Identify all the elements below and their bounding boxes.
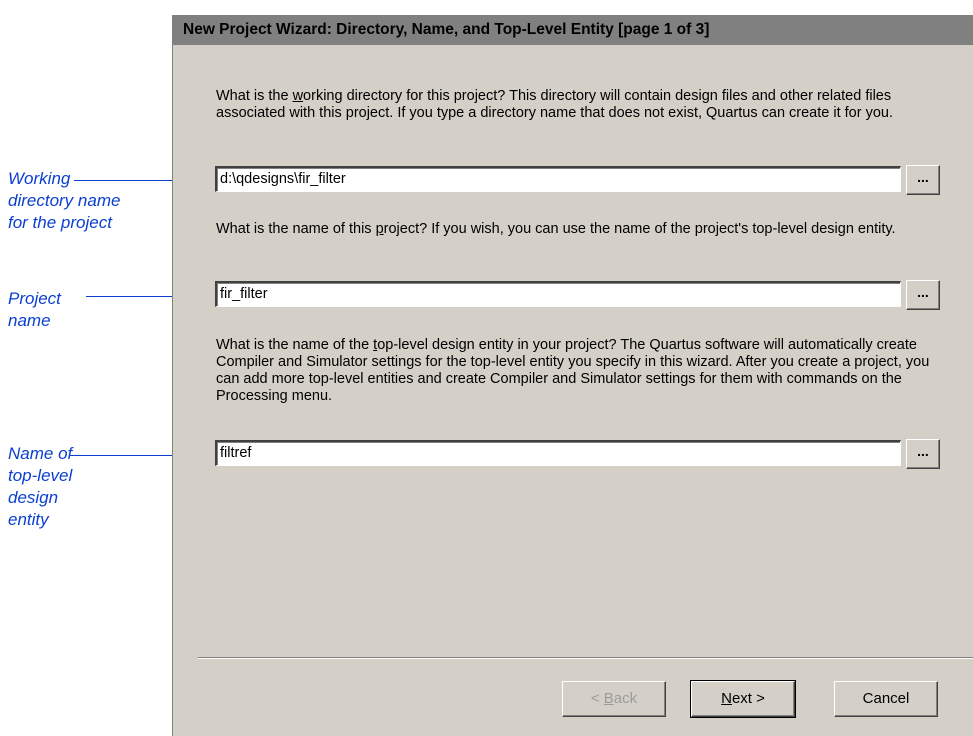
top-level-entity-question: What is the name of the top-level design… — [216, 337, 956, 405]
annotation-line: Working — [8, 169, 71, 188]
annotation-top-level-entity: Name of top-level design entity — [8, 443, 72, 531]
annotation-line: top-level — [8, 466, 73, 485]
back-button[interactable]: < Back — [562, 681, 666, 717]
browse-entity-button[interactable]: ... — [906, 439, 940, 469]
dialog-title: New Project Wizard: Directory, Name, and… — [173, 15, 973, 45]
annotation-line: for the project — [8, 213, 112, 232]
new-project-wizard-dialog: New Project Wizard: Directory, Name, and… — [172, 15, 973, 736]
question-text: What is the name of the — [216, 337, 374, 353]
mnemonic-letter: N — [721, 690, 732, 707]
annotation-line: Name of — [8, 444, 73, 463]
annotation-line: design — [8, 488, 59, 507]
project-name-question: What is the name of this project? If you… — [216, 221, 956, 238]
annotation-working-directory: Working directory name for the project — [8, 168, 120, 234]
next-button[interactable]: Next > — [690, 680, 796, 718]
question-text: What is the — [216, 88, 293, 104]
button-text: ext > — [731, 690, 765, 707]
mnemonic-letter: B — [603, 690, 614, 707]
top-level-entity-input[interactable]: filtref — [215, 440, 901, 466]
working-directory-input[interactable]: d:\qdesigns\fir_filter — [215, 166, 901, 192]
dialog-separator — [198, 657, 973, 659]
mnemonic-letter: p — [375, 221, 384, 237]
cancel-button[interactable]: Cancel — [834, 681, 938, 717]
annotation-line: directory name — [8, 191, 121, 210]
browse-project-button[interactable]: ... — [906, 280, 940, 310]
question-text: orking directory for this project? This … — [216, 88, 894, 121]
mnemonic-letter: w — [292, 88, 304, 104]
project-name-input[interactable]: fir_filter — [215, 281, 901, 307]
annotation-line: name — [8, 311, 51, 330]
annotation-line: entity — [8, 510, 49, 529]
annotation-project-name: Project name — [8, 288, 61, 332]
annotation-line: Project — [8, 289, 61, 308]
question-text: What is the name of this — [216, 221, 376, 237]
button-text: < — [590, 690, 604, 707]
question-text: roject? If you wish, you can use the nam… — [383, 221, 896, 237]
button-text: ack — [613, 690, 638, 707]
working-directory-question: What is the working directory for this p… — [216, 88, 956, 122]
browse-directory-button[interactable]: ... — [906, 165, 940, 195]
